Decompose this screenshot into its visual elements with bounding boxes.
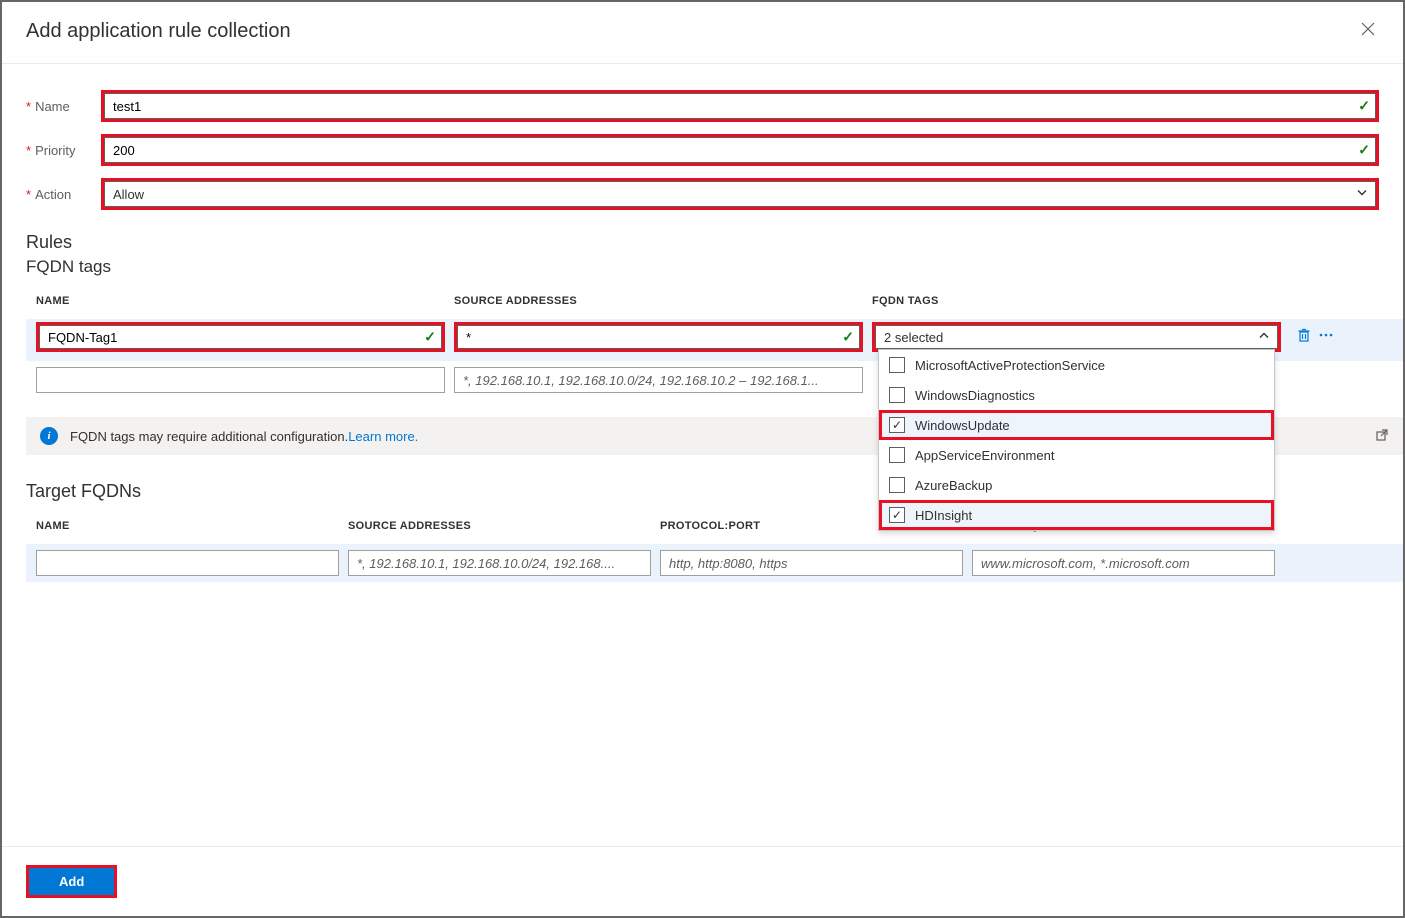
rules-heading: Rules: [26, 232, 1379, 253]
fqdn-tags-dropdown[interactable]: 2 selected: [875, 325, 1278, 349]
close-icon[interactable]: [1357, 18, 1379, 45]
dropdown-option-label: AzureBackup: [915, 478, 992, 493]
col-source: SOURCE ADDRESSES: [454, 295, 872, 307]
target-protocol-input[interactable]: [660, 550, 963, 576]
dropdown-option[interactable]: WindowsDiagnostics: [879, 380, 1274, 410]
checkbox-icon: [889, 387, 905, 403]
page-title: Add application rule collection: [26, 20, 291, 43]
check-icon: ✓: [842, 329, 854, 346]
learn-more-link[interactable]: Learn more.: [348, 429, 418, 444]
col-name: NAME: [36, 295, 454, 307]
action-label: *Action: [26, 187, 101, 202]
info-icon: i: [40, 427, 58, 445]
fqdn-source-input[interactable]: [457, 325, 860, 349]
checkbox-icon: ✓: [889, 507, 905, 523]
table-row: [36, 550, 1389, 576]
trash-icon[interactable]: [1296, 327, 1312, 348]
target-source-input[interactable]: [348, 550, 651, 576]
check-icon: ✓: [1358, 98, 1370, 115]
col-tags: FQDN TAGS: [872, 295, 1290, 307]
fqdn-tags-heading: FQDN tags: [26, 257, 1379, 277]
priority-input[interactable]: [104, 137, 1376, 163]
dropdown-option[interactable]: ✓ HDInsight: [879, 500, 1274, 530]
dropdown-option-label: AppServiceEnvironment: [915, 448, 1054, 463]
dropdown-option-label: HDInsight: [915, 508, 972, 523]
target-name-input[interactable]: [36, 550, 339, 576]
name-input[interactable]: [104, 93, 1376, 119]
dropdown-option[interactable]: MicrosoftActiveProtectionService: [879, 350, 1274, 380]
info-text: FQDN tags may require additional configu…: [70, 429, 348, 444]
table-row: ✓ ✓ 2 selected MicrosoftActiveProtection…: [36, 322, 1389, 352]
dropdown-option[interactable]: AppServiceEnvironment: [879, 440, 1274, 470]
add-button[interactable]: Add: [29, 868, 114, 895]
dropdown-option[interactable]: ✓ WindowsUpdate: [879, 410, 1274, 440]
fqdn-name-input-2[interactable]: [36, 367, 445, 393]
fqdn-source-input-2[interactable]: [454, 367, 863, 393]
col-name: NAME: [36, 520, 348, 532]
more-icon[interactable]: [1318, 327, 1334, 348]
fqdn-tags-dropdown-menu: MicrosoftActiveProtectionService WindowsD…: [878, 349, 1275, 531]
name-label: *Name: [26, 99, 101, 114]
priority-label: *Priority: [26, 143, 101, 158]
dropdown-option[interactable]: AzureBackup: [879, 470, 1274, 500]
checkbox-icon: [889, 447, 905, 463]
checkbox-icon: [889, 477, 905, 493]
checkbox-icon: [889, 357, 905, 373]
check-icon: ✓: [1358, 142, 1370, 159]
check-icon: ✓: [424, 329, 436, 346]
checkbox-icon: ✓: [889, 417, 905, 433]
fqdn-name-input[interactable]: [39, 325, 442, 349]
col-source: SOURCE ADDRESSES: [348, 520, 660, 532]
action-select[interactable]: Allow: [104, 181, 1376, 207]
dropdown-option-label: WindowsUpdate: [915, 418, 1010, 433]
target-fqdn-input[interactable]: [972, 550, 1275, 576]
external-link-icon[interactable]: [1375, 428, 1389, 445]
dropdown-option-label: WindowsDiagnostics: [915, 388, 1035, 403]
dropdown-option-label: MicrosoftActiveProtectionService: [915, 358, 1105, 373]
